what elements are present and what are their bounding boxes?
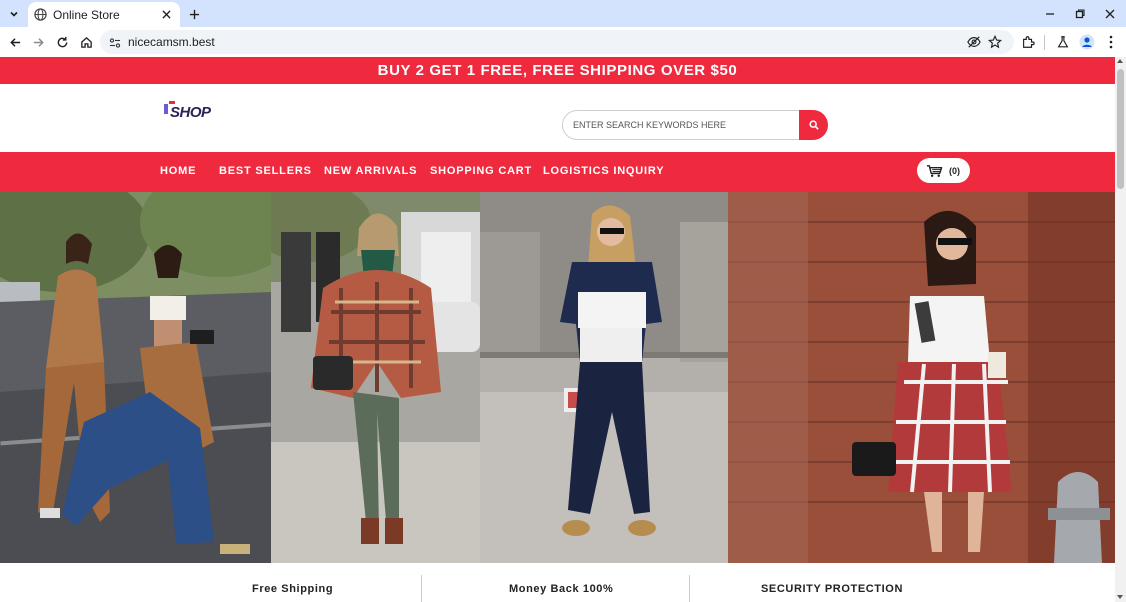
close-icon [161, 10, 171, 19]
scroll-down-arrow-icon[interactable] [1117, 595, 1123, 599]
features-strip: Free Shipping Money Back 100% SECURITY P… [0, 563, 1115, 602]
main-nav: HOME BEST SELLERS NEW ARRIVALS SHOPPING … [0, 152, 1115, 192]
back-button[interactable] [5, 32, 25, 52]
reload-button[interactable] [52, 32, 72, 52]
bookmark-star-icon[interactable] [985, 32, 1005, 52]
forward-button[interactable] [28, 32, 48, 52]
close-window-button[interactable] [1099, 4, 1121, 24]
hero-banner[interactable] [0, 192, 1115, 563]
reload-icon [57, 36, 67, 47]
extensions-icon[interactable] [1018, 32, 1038, 52]
site-logo[interactable]: SHOP [164, 101, 214, 123]
toolbar-divider [1044, 35, 1045, 50]
labs-flask-icon[interactable] [1053, 32, 1073, 52]
plus-icon [189, 9, 199, 19]
globe-icon [34, 8, 47, 21]
nav-shopping-cart[interactable]: SHOPPING CART [430, 165, 532, 177]
browser-tab[interactable]: Online Store [28, 2, 180, 27]
address-bar[interactable]: nicecamsm.best [100, 30, 1014, 54]
tab-search-button[interactable] [4, 4, 24, 24]
search-icon [808, 120, 819, 130]
restore-icon [1075, 9, 1085, 19]
arrow-left-icon [9, 37, 20, 47]
promo-banner: BUY 2 GET 1 FREE, FREE SHIPPING OVER $50 [0, 57, 1115, 84]
profile-avatar-icon[interactable] [1077, 32, 1097, 52]
feature-money-back: Money Back 100% [509, 583, 614, 595]
eye-off-icon[interactable] [964, 32, 984, 52]
search-bar [562, 110, 828, 140]
tab-title: Online Store [53, 7, 120, 22]
site-info-icon[interactable] [109, 36, 121, 54]
scrollbar-thumb[interactable] [1117, 69, 1124, 189]
logo-text: SHOP [170, 104, 211, 121]
nav-logistics-inquiry[interactable]: LOGISTICS INQUIRY [543, 165, 664, 177]
hero-image-colorblock-tee [480, 192, 728, 563]
shopping-cart-icon [926, 164, 943, 177]
restore-button[interactable] [1069, 4, 1091, 24]
cart-count: (0) [949, 165, 960, 176]
arrow-right-icon [33, 37, 44, 47]
minimize-icon [1046, 13, 1054, 15]
hero-image-street-pair [0, 192, 271, 563]
feature-free-shipping: Free Shipping [252, 583, 334, 595]
nav-best-sellers[interactable]: BEST SELLERS [219, 165, 312, 177]
nav-new-arrivals[interactable]: NEW ARRIVALS [324, 165, 417, 177]
feature-security-protection: SECURITY PROTECTION [761, 583, 903, 595]
home-icon [80, 36, 92, 48]
cart-button[interactable]: (0) [917, 158, 970, 183]
hero-image-brick-wall [728, 192, 1115, 563]
scroll-up-arrow-icon[interactable] [1117, 59, 1123, 63]
more-menu-icon[interactable] [1101, 32, 1121, 52]
search-input[interactable] [562, 110, 802, 140]
logo-mark [164, 104, 168, 114]
tab-close-button[interactable] [158, 7, 174, 23]
url-text: nicecamsm.best [128, 35, 215, 49]
close-icon [1105, 9, 1115, 19]
page-viewport: BUY 2 GET 1 FREE, FREE SHIPPING OVER $50… [0, 57, 1115, 602]
chevron-down-icon [10, 11, 18, 17]
page-scrollbar[interactable] [1115, 57, 1126, 602]
minimize-button[interactable] [1039, 4, 1061, 24]
feature-divider [689, 575, 690, 602]
hero-image-plaid-poncho [271, 192, 480, 563]
browser-tab-bar: Online Store [0, 0, 1126, 27]
site-header: SHOP [0, 84, 1115, 152]
feature-divider [421, 575, 422, 602]
browser-toolbar: nicecamsm.best [0, 27, 1126, 57]
search-button[interactable] [799, 110, 828, 140]
nav-home[interactable]: HOME [160, 165, 196, 177]
new-tab-button[interactable] [184, 4, 204, 24]
home-button[interactable] [76, 32, 96, 52]
